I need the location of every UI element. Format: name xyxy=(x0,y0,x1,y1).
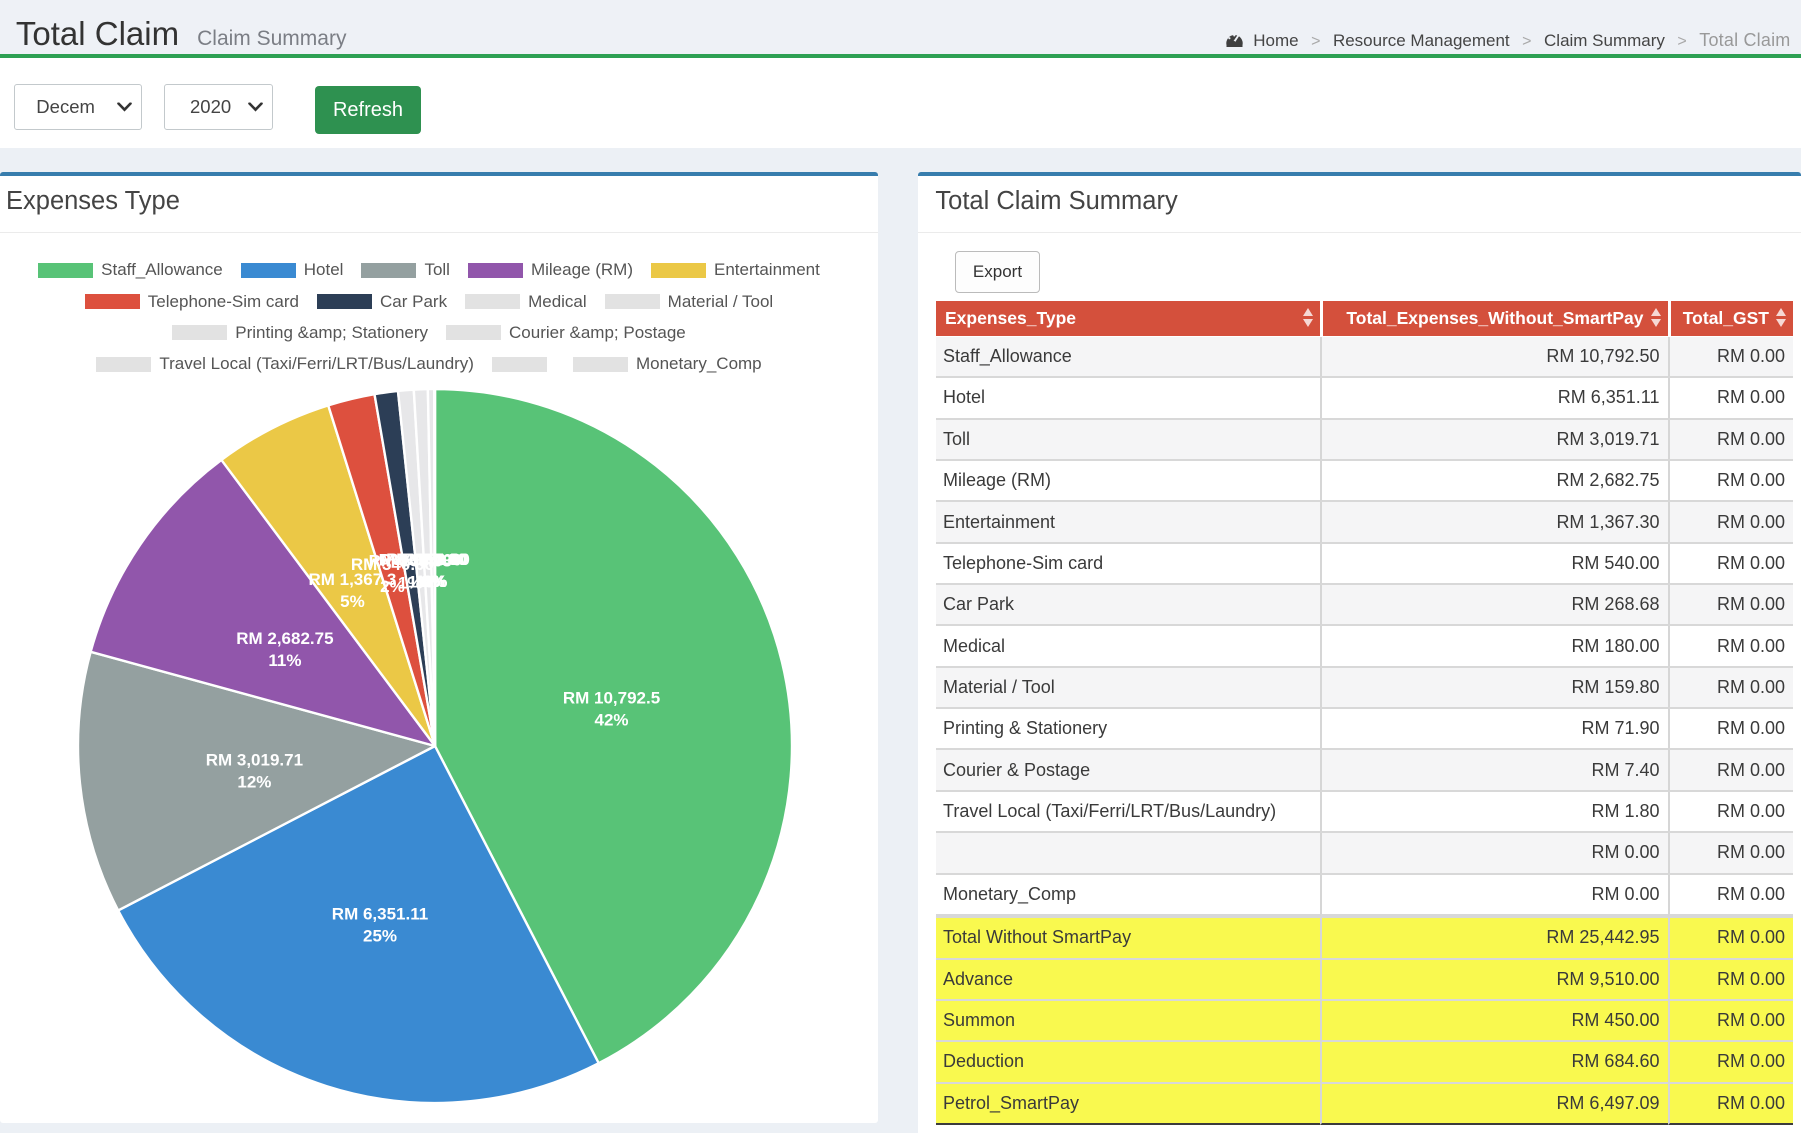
svg-text:5%: 5% xyxy=(340,592,365,611)
svg-text:42%: 42% xyxy=(594,711,628,730)
svg-text:RM 6,351.11: RM 6,351.11 xyxy=(332,905,428,924)
svg-text:0%: 0% xyxy=(423,572,448,591)
svg-text:RM 10,792.5: RM 10,792.5 xyxy=(563,689,660,708)
svg-text:RM 3,019.71: RM 3,019.71 xyxy=(206,751,303,770)
svg-text:25%: 25% xyxy=(363,927,397,946)
svg-text:12%: 12% xyxy=(237,773,271,792)
svg-text:RM 0.00: RM 0.00 xyxy=(403,550,467,569)
svg-text:11%: 11% xyxy=(268,651,301,670)
svg-text:RM 2,682.75: RM 2,682.75 xyxy=(236,629,333,648)
